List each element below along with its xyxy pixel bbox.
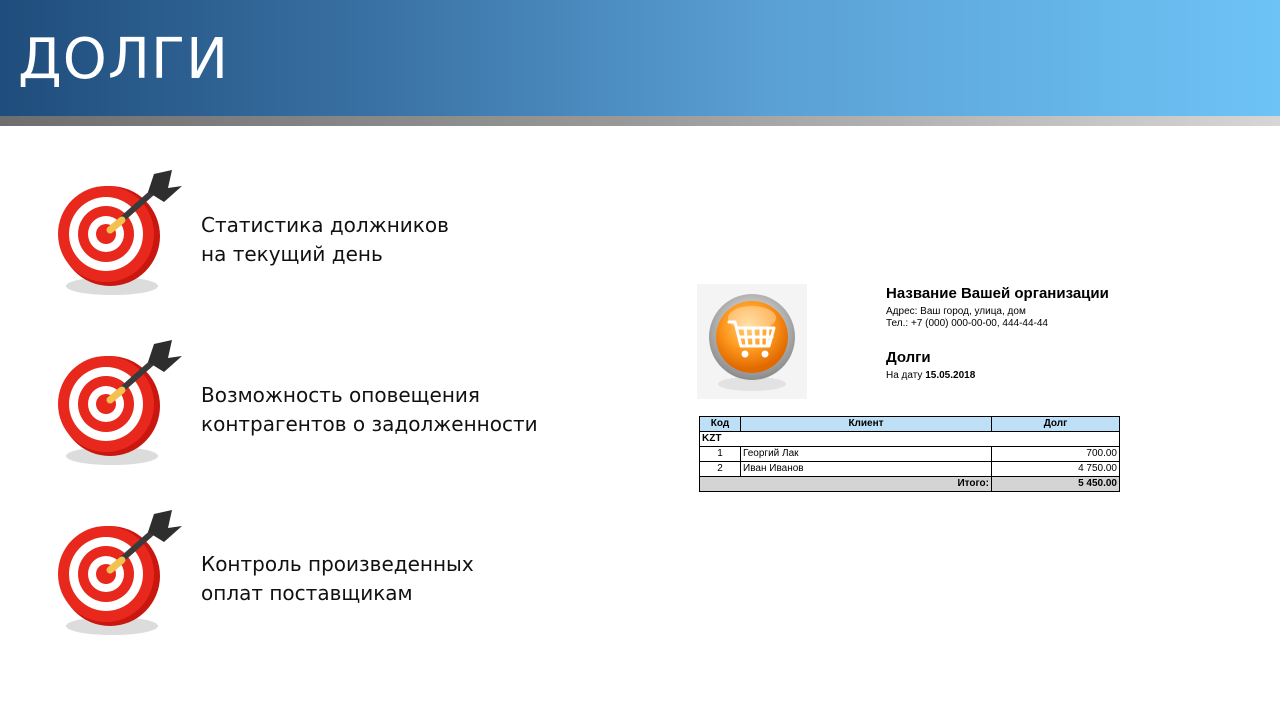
table-row: 1 Георгий Лак 700.00 <box>699 446 1120 462</box>
date-label: На дату <box>886 370 923 381</box>
shopping-cart-icon <box>709 294 795 391</box>
row-debt: 4 750.00 <box>991 461 1120 477</box>
slide-title: ДОЛГИ <box>18 27 229 92</box>
target-dart-icon <box>58 170 182 295</box>
org-address: Адрес: Ваш город, улица, дом <box>886 306 1026 317</box>
bullet-line: контрагентов о задолженности <box>201 412 538 436</box>
bullet-line: Контроль произведенных <box>201 552 474 576</box>
row-debt: 700.00 <box>991 446 1120 462</box>
report-title: Долги <box>886 349 931 366</box>
currency-row: KZT <box>699 431 1120 447</box>
total-value: 5 450.00 <box>991 476 1120 492</box>
header-divider <box>0 116 1280 126</box>
row-client: Иван Иванов <box>740 461 992 477</box>
report-logo <box>697 284 807 399</box>
target-dart-icon <box>58 340 182 465</box>
slide-header: ДОЛГИ <box>0 0 1280 116</box>
bullet-line: Статистика должников <box>201 213 449 237</box>
target-dart-icon <box>58 510 182 635</box>
table-row: 2 Иван Иванов 4 750.00 <box>699 461 1120 477</box>
column-header-debt: Долг <box>991 416 1120 432</box>
total-label: Итого: <box>699 476 992 492</box>
org-name: Название Вашей организации <box>886 285 1109 302</box>
bullet-line: Возможность оповещения <box>201 383 480 407</box>
column-header-client: Клиент <box>740 416 992 432</box>
row-client: Георгий Лак <box>740 446 992 462</box>
table-header-row: Код Клиент Долг <box>699 416 1120 432</box>
bullet-line: на текущий день <box>201 242 383 266</box>
total-row: Итого: 5 450.00 <box>699 476 1120 492</box>
currency-label: KZT <box>699 431 1120 447</box>
bullet-text-3: Контроль произведенных оплат поставщикам <box>201 550 474 608</box>
debts-table: Код Клиент Долг KZT 1 Георгий Лак 700.00… <box>699 416 1120 492</box>
org-phone: Тел.: +7 (000) 000-00-00, 444-44-44 <box>886 318 1048 329</box>
row-code: 1 <box>699 446 741 462</box>
column-header-code: Код <box>699 416 741 432</box>
report-date: 15.05.2018 <box>925 370 976 381</box>
bullet-text-1: Статистика должников на текущий день <box>201 211 449 269</box>
bullet-text-2: Возможность оповещения контрагентов о за… <box>201 381 538 439</box>
row-code: 2 <box>699 461 741 477</box>
bullet-line: оплат поставщикам <box>201 581 413 605</box>
report-date-line: На дату 15.05.2018 <box>886 370 975 381</box>
